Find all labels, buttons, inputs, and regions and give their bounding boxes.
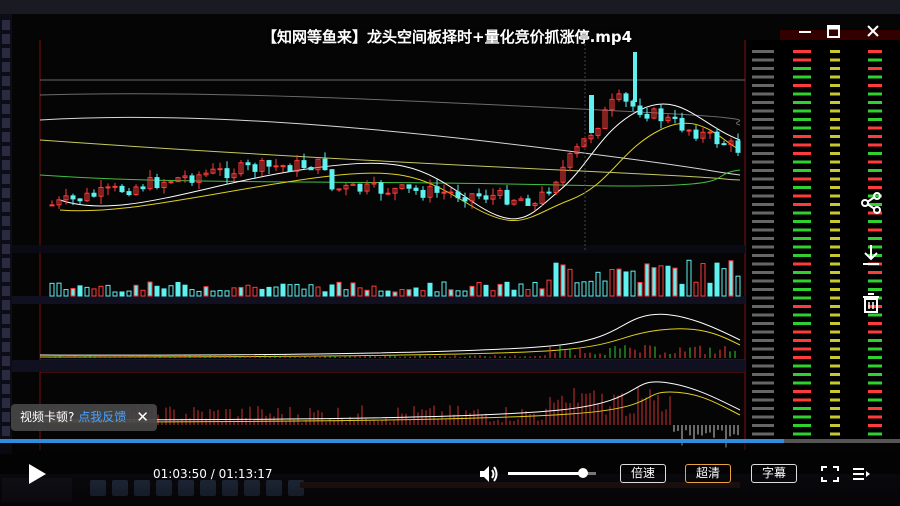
download-icon	[863, 245, 879, 265]
share-button[interactable]	[856, 188, 886, 218]
delete-button[interactable]	[856, 288, 886, 318]
video-player[interactable]: 【知网等鱼来】龙头空间板择时+量化竞价抓涨停.mp4 视频卡顿? 点我反馈 ✕ …	[0, 0, 900, 506]
fullscreen-icon	[821, 466, 839, 482]
subtitle-button[interactable]: 字幕	[751, 464, 797, 483]
minimize-button[interactable]	[794, 22, 816, 42]
volume-fill	[508, 472, 583, 475]
time-display: 01:03:50 / 01:13:17	[153, 467, 273, 481]
time-separator: /	[210, 467, 215, 481]
volume-icon	[480, 466, 498, 482]
speed-button[interactable]: 倍速	[620, 464, 666, 483]
close-notice-button[interactable]: ✕	[136, 404, 149, 431]
playlist-button[interactable]	[851, 465, 871, 483]
share-icon	[861, 192, 881, 214]
mute-button[interactable]	[478, 464, 500, 484]
play-button[interactable]	[26, 462, 48, 486]
minimize-icon	[799, 31, 811, 33]
volume-knob[interactable]	[577, 468, 588, 478]
current-time: 01:03:50	[153, 467, 207, 481]
restore-button[interactable]	[822, 22, 844, 42]
quality-button[interactable]: 超清	[685, 464, 731, 483]
download-button[interactable]	[856, 240, 886, 270]
volume-slider[interactable]	[508, 468, 596, 478]
video-title: 【知网等鱼来】龙头空间板择时+量化竞价抓涨停.mp4	[262, 28, 633, 46]
feedback-link[interactable]: 点我反馈	[78, 410, 126, 424]
lag-feedback-notice: 视频卡顿? 点我反馈 ✕	[11, 404, 157, 431]
lag-notice-text: 视频卡顿?	[20, 410, 75, 424]
total-time: 01:13:17	[218, 467, 273, 481]
close-button[interactable]	[862, 22, 884, 42]
close-icon	[867, 25, 879, 37]
playlist-icon	[853, 468, 870, 480]
restore-icon	[827, 25, 840, 38]
trash-icon	[863, 293, 879, 313]
play-icon	[29, 464, 46, 484]
fullscreen-button[interactable]	[820, 465, 840, 483]
